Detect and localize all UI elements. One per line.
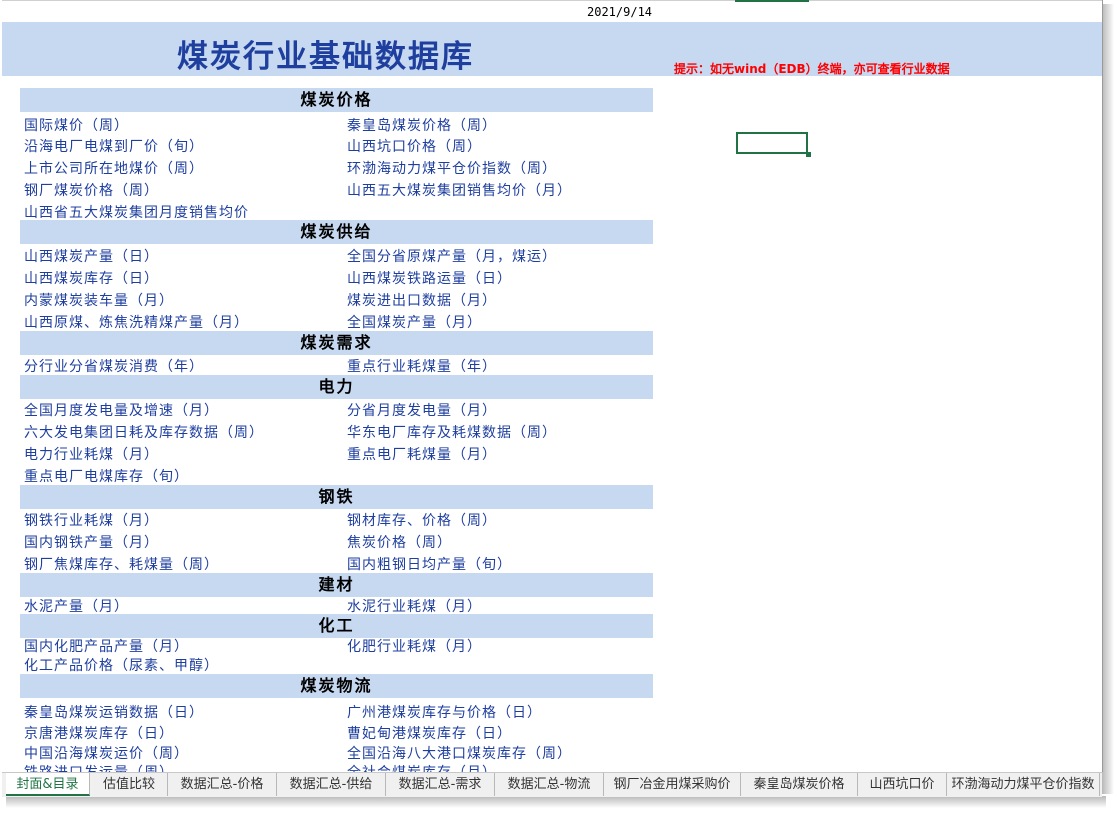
link-item[interactable]: 秦皇岛煤炭运销数据（日） bbox=[24, 702, 204, 722]
link-item[interactable]: 京唐港煤炭库存（日） bbox=[24, 723, 174, 743]
sheet-tab[interactable]: 秦皇岛煤炭价格 bbox=[741, 773, 858, 796]
link-item[interactable]: 山西原煤、炼焦洗精煤产量（月） bbox=[24, 312, 249, 332]
sheet-tab[interactable]: 封面&目录 bbox=[6, 773, 90, 796]
link-item[interactable]: 煤炭进出口数据（月） bbox=[347, 290, 497, 310]
link-item[interactable]: 铁路进口发运量（周） bbox=[24, 762, 174, 772]
link-item[interactable]: 六大发电集团日耗及库存数据（周） bbox=[24, 422, 264, 442]
section-header-power: 电力 bbox=[20, 375, 653, 399]
link-item[interactable]: 国内粗钢日均产量（旬） bbox=[347, 554, 512, 574]
link-item[interactable]: 焦炭价格（周） bbox=[347, 532, 452, 552]
link-item[interactable]: 钢铁行业耗煤（月） bbox=[24, 510, 159, 530]
section-header-chemical: 化工 bbox=[20, 614, 653, 638]
spreadsheet-grid[interactable]: 2021/9/14 煤炭行业基础数据库 提示：如无wind（EDB）终端，亦可查… bbox=[2, 0, 1103, 772]
hint-text: 提示：如无wind（EDB）终端，亦可查看行业数据 bbox=[674, 62, 950, 76]
link-item[interactable]: 全国月度发电量及增速（月） bbox=[24, 400, 219, 420]
sheet-tab[interactable]: 估值比较 bbox=[91, 773, 168, 796]
sheet-tab[interactable]: 山西坑口价 bbox=[858, 773, 947, 796]
link-item[interactable]: 水泥行业耗煤（月） bbox=[347, 596, 482, 616]
sheet-tab[interactable]: 数据汇总-物流 bbox=[495, 773, 604, 796]
link-item[interactable]: 沿海电厂电煤到厂价（旬） bbox=[24, 136, 204, 156]
fill-handle[interactable] bbox=[806, 152, 811, 157]
link-item[interactable]: 国内钢铁产量（月） bbox=[24, 532, 159, 552]
link-item[interactable]: 化工产品价格（尿素、甲醇） bbox=[24, 655, 219, 675]
link-item[interactable]: 分行业分省煤炭消费（年） bbox=[24, 356, 204, 376]
sheet-tab[interactable]: 环渤海动力煤平仓价指数 bbox=[947, 773, 1100, 796]
link-item[interactable]: 山西省五大煤炭集团月度销售均价 bbox=[24, 202, 249, 222]
sheet-tab[interactable]: 钢厂冶金用煤采购价 bbox=[604, 773, 741, 796]
link-item[interactable]: 华东电厂库存及耗煤数据（周） bbox=[347, 422, 557, 442]
link-item[interactable]: 全国煤炭产量（月） bbox=[347, 312, 482, 332]
link-item[interactable]: 钢厂焦煤库存、耗煤量（周） bbox=[24, 554, 219, 574]
sheet-tab-bar: 封面&目录 估值比较 数据汇总-价格 数据汇总-供给 数据汇总-需求 数据汇总-… bbox=[2, 772, 1102, 797]
link-item[interactable]: 化肥行业耗煤（月） bbox=[347, 636, 482, 656]
link-item[interactable]: 重点电厂电煤库存（旬） bbox=[24, 466, 189, 486]
link-item[interactable]: 电力行业耗煤（月） bbox=[24, 444, 159, 464]
link-item[interactable]: 全社会煤炭库存（月） bbox=[347, 762, 497, 772]
link-item[interactable]: 国内化肥产品产量（月） bbox=[24, 636, 189, 656]
sheet-tab[interactable]: 数据汇总-价格 bbox=[168, 773, 277, 796]
link-item[interactable]: 重点电厂耗煤量（月） bbox=[347, 444, 497, 464]
link-item[interactable]: 国际煤价（周） bbox=[24, 115, 129, 135]
link-item[interactable]: 全国沿海八大港口煤炭库存（周） bbox=[347, 743, 572, 763]
section-header-logistics: 煤炭物流 bbox=[20, 674, 653, 698]
link-item[interactable]: 钢厂煤炭价格（周） bbox=[24, 180, 159, 200]
sheet-tab[interactable]: 数据汇总-需求 bbox=[386, 773, 495, 796]
page-title: 煤炭行业基础数据库 bbox=[177, 39, 474, 75]
link-item[interactable]: 曹妃甸港煤炭库存（日） bbox=[347, 723, 512, 743]
link-item[interactable]: 上市公司所在地煤价（周） bbox=[24, 158, 204, 178]
sheet-tab[interactable]: 数据汇总-供给 bbox=[277, 773, 386, 796]
link-item[interactable]: 秦皇岛煤炭价格（周） bbox=[347, 115, 497, 135]
link-item[interactable]: 广州港煤炭库存与价格（日） bbox=[347, 702, 542, 722]
link-item[interactable]: 山西五大煤炭集团销售均价（月） bbox=[347, 180, 572, 200]
grid-top-border bbox=[2, 0, 1102, 4]
link-item[interactable]: 山西坑口价格（周） bbox=[347, 136, 482, 156]
link-item[interactable]: 全国分省原煤产量（月，煤运） bbox=[347, 246, 557, 266]
link-item[interactable]: 内蒙煤炭装车量（月） bbox=[24, 290, 174, 310]
link-item[interactable]: 山西煤炭产量（日） bbox=[24, 246, 159, 266]
selected-cell[interactable] bbox=[736, 132, 808, 154]
column-selection-marker bbox=[735, 0, 809, 2]
link-item[interactable]: 山西煤炭铁路运量（日） bbox=[347, 268, 512, 288]
section-header-building: 建材 bbox=[20, 573, 653, 597]
link-item[interactable]: 水泥产量（月） bbox=[24, 596, 129, 616]
link-item[interactable]: 环渤海动力煤平仓价指数（周） bbox=[347, 158, 557, 178]
link-item[interactable]: 山西煤炭库存（日） bbox=[24, 268, 159, 288]
window-shadow-bottom bbox=[6, 796, 1106, 808]
section-header-price: 煤炭价格 bbox=[20, 88, 653, 112]
section-header-demand: 煤炭需求 bbox=[20, 331, 653, 355]
link-item[interactable]: 中国沿海煤炭运价（周） bbox=[24, 743, 189, 763]
window-shadow-right bbox=[1102, 4, 1114, 794]
link-item[interactable]: 分省月度发电量（月） bbox=[347, 400, 497, 420]
date-cell[interactable]: 2021/9/14 bbox=[587, 5, 652, 19]
section-header-supply: 煤炭供给 bbox=[20, 220, 653, 244]
section-header-steel: 钢铁 bbox=[20, 485, 653, 509]
link-item[interactable]: 重点行业耗煤量（年） bbox=[347, 356, 497, 376]
link-item[interactable]: 钢材库存、价格（周） bbox=[347, 510, 497, 530]
